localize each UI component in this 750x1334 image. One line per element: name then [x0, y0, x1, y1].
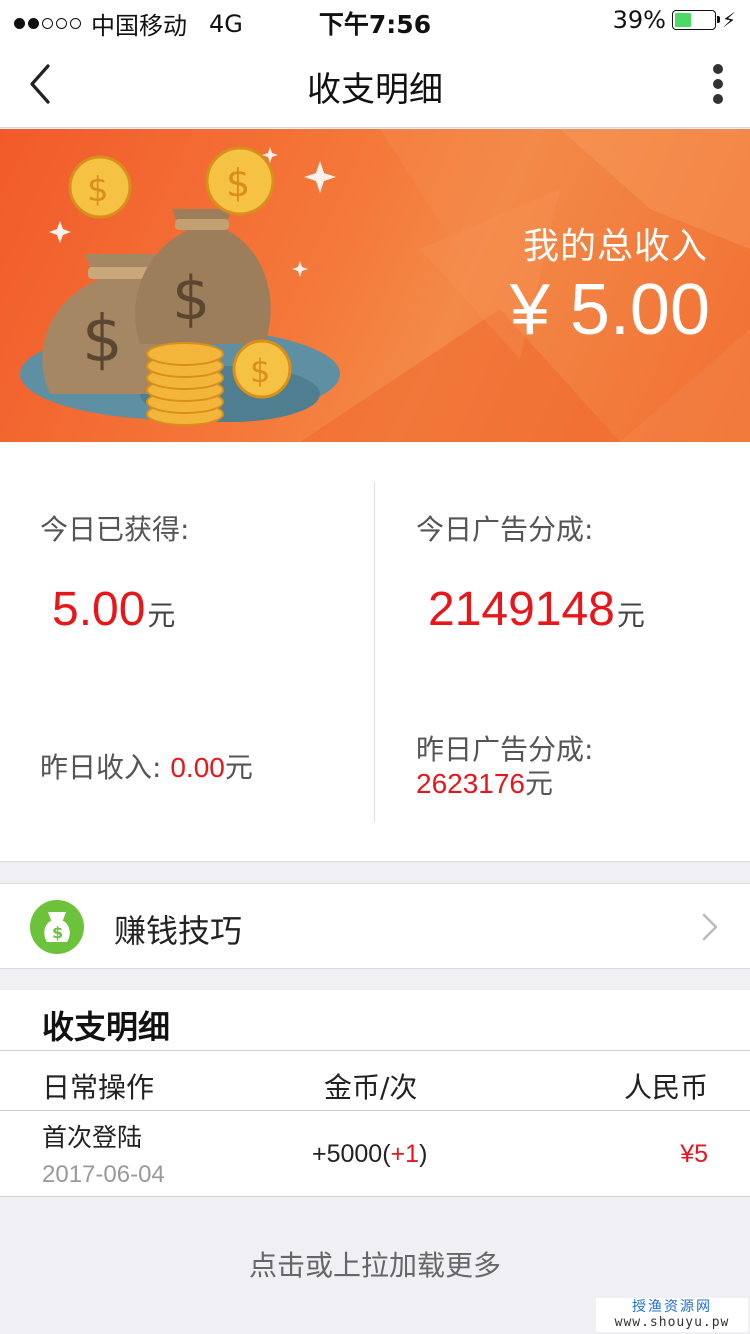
column-header-coins: 金币/次	[324, 1071, 418, 1104]
yesterday-income-row: 昨日收入: 0.00元	[40, 746, 253, 786]
svg-text:$: $	[250, 352, 270, 390]
battery-icon	[671, 10, 720, 30]
svg-text:$: $	[87, 170, 109, 210]
charging-icon: ⚡	[721, 8, 736, 32]
more-dot	[713, 94, 723, 104]
row-coins-value: +5000	[312, 1140, 383, 1168]
divider	[0, 1196, 750, 1197]
svg-text:$: $	[52, 923, 63, 942]
total-income-amount: ¥ 5.00	[509, 270, 710, 350]
svg-text:$: $	[172, 264, 210, 334]
column-header-rmb: 人民币	[623, 1071, 708, 1104]
more-dot	[713, 64, 723, 74]
yesterday-ad-share-row: 2623176元	[416, 762, 553, 802]
yesterday-income-label: 昨日收入:	[40, 751, 162, 784]
svg-text:$: $	[82, 303, 123, 377]
currency-unit: 元	[147, 600, 176, 631]
watermark-url: www.shouyu.pw	[614, 1315, 730, 1330]
divider	[0, 1050, 750, 1051]
chevron-right-icon	[702, 913, 718, 941]
income-stats-panel: 今日已获得: 5.00元 昨日收入: 0.00元 今日广告分成: 2149148…	[0, 442, 750, 862]
column-header-operation: 日常操作	[42, 1071, 155, 1104]
detail-section-title: 收支明细	[42, 1008, 171, 1046]
load-more-button[interactable]: 点击或上拉加载更多	[0, 1244, 750, 1284]
nav-bar: 收支明细	[0, 40, 750, 128]
transaction-detail-section: 收支明细 日常操作 金币/次 人民币 首次登陆 2017-06-04 +5000…	[0, 990, 750, 1197]
money-bag-icon: $	[30, 900, 84, 954]
row-operation-name: 首次登陆	[42, 1123, 143, 1152]
row-rmb: ¥5	[680, 1140, 708, 1168]
today-earned-number: 5.00	[52, 583, 146, 636]
yesterday-ad-share-value: 2623176	[416, 768, 526, 799]
divider	[0, 1110, 750, 1111]
battery-fill	[674, 13, 692, 27]
svg-text:$: $	[226, 161, 250, 205]
row-date: 2017-06-04	[42, 1161, 165, 1188]
today-earned-label: 今日已获得:	[40, 513, 190, 546]
money-tips-label: 赚钱技巧	[114, 912, 243, 950]
page-title: 收支明细	[307, 70, 443, 110]
battery-percent: 39%	[612, 6, 666, 34]
status-bar: 中国移动 4G 下午7:56 39% ⚡	[0, 0, 750, 40]
currency-unit: 元	[224, 751, 253, 784]
page: 中国移动 4G 下午7:56 39% ⚡ 收支明细 $ $ $ $ $ 我的总收…	[0, 0, 750, 1334]
status-right: 39% ⚡	[613, 6, 736, 34]
more-dot	[713, 79, 723, 89]
today-ad-share-value: 2149148元	[428, 582, 645, 637]
total-income-label: 我的总收入	[522, 226, 708, 267]
today-ad-share-number: 2149148	[428, 583, 615, 636]
watermark-title: 授渔资源网	[632, 1299, 712, 1315]
today-earned-value: 5.00元	[52, 582, 175, 637]
today-ad-share-label: 今日广告分成:	[416, 513, 594, 546]
currency-unit: 元	[525, 767, 554, 800]
money-bag-glyph: $	[44, 912, 70, 942]
site-watermark: 授渔资源网 www.shouyu.pw	[596, 1298, 748, 1332]
row-coins-bonus: +1	[390, 1140, 420, 1168]
row-coins: +5000(+1)	[312, 1140, 428, 1168]
yesterday-income-value: 0.00	[170, 752, 225, 783]
currency-unit: 元	[616, 600, 645, 631]
money-tips-row[interactable]: $ 赚钱技巧	[0, 883, 750, 969]
stats-divider	[374, 482, 375, 822]
more-options-button[interactable]	[708, 64, 728, 104]
income-banner: $ $ $ $ $ 我的总收入 ¥ 5.00	[0, 129, 750, 442]
